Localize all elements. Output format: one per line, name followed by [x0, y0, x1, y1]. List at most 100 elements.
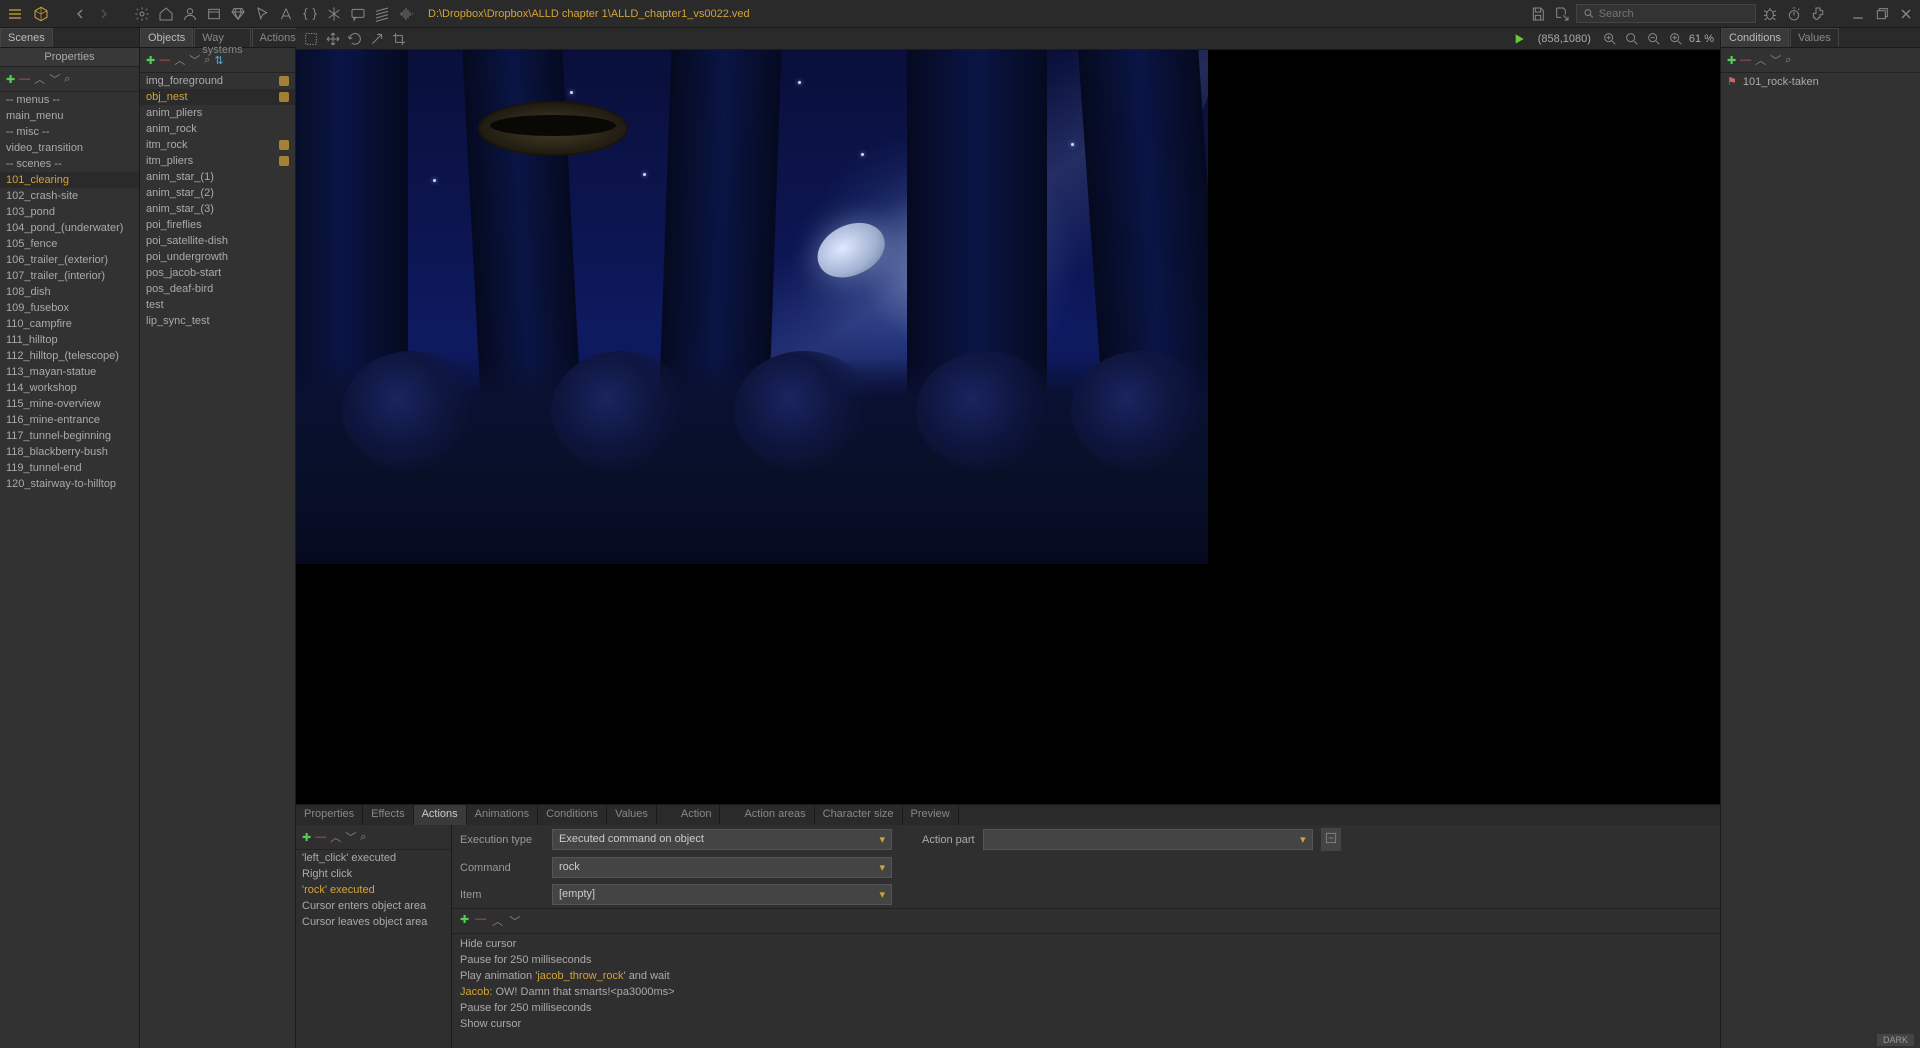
scene-item[interactable]: main_menu — [0, 108, 139, 124]
object-item[interactable]: obj_nest — [140, 89, 295, 105]
scene-item[interactable]: video_transition — [0, 140, 139, 156]
scene-item[interactable]: 111_hilltop — [0, 332, 139, 348]
up-icon[interactable]: ︿ — [34, 71, 45, 87]
audio-icon[interactable] — [396, 4, 416, 24]
action-part-select[interactable]: ▾ — [983, 829, 1313, 850]
scene-item[interactable]: 118_blackberry-bush — [0, 444, 139, 460]
scene-item[interactable]: 102_crash-site — [0, 188, 139, 204]
scene-item[interactable]: 105_fence — [0, 236, 139, 252]
forward-icon[interactable] — [94, 4, 114, 24]
bottom-tab[interactable]: Effects — [363, 805, 413, 825]
viewport[interactable] — [296, 50, 1720, 804]
scene-item[interactable]: 120_stairway-to-hilltop — [0, 476, 139, 492]
script-line[interactable]: Pause for 250 milliseconds — [452, 1000, 1720, 1016]
scene-item[interactable]: 106_trailer_(exterior) — [0, 252, 139, 268]
down-icon[interactable]: ﹀ — [49, 71, 60, 87]
person-icon[interactable] — [180, 4, 200, 24]
maximize-icon[interactable] — [1872, 4, 1892, 24]
up-icon[interactable]: ︿ — [174, 52, 185, 68]
close-icon[interactable] — [1896, 4, 1916, 24]
bottom-tab[interactable]: Character size — [815, 805, 903, 825]
remove-icon[interactable]: — — [475, 913, 486, 929]
chat-icon[interactable] — [348, 4, 368, 24]
object-item[interactable]: pos_jacob-start — [140, 265, 295, 281]
scene-item[interactable]: 103_pond — [0, 204, 139, 220]
remove-icon[interactable]: — — [19, 73, 30, 85]
action-item[interactable]: Right click — [296, 866, 451, 882]
bottom-tab[interactable]: Actions — [414, 805, 467, 825]
add-icon[interactable]: ✚ — [146, 54, 155, 67]
add-icon[interactable]: ✚ — [6, 73, 15, 86]
scene-item[interactable]: 101_clearing — [0, 172, 139, 188]
down-icon[interactable]: ﹀ — [345, 829, 356, 845]
scene-item[interactable]: 110_campfire — [0, 316, 139, 332]
snowflake-icon[interactable] — [324, 4, 344, 24]
app-logo-icon[interactable] — [30, 3, 52, 25]
script-line[interactable]: Hide cursor — [452, 936, 1720, 952]
cursor-icon[interactable] — [252, 4, 272, 24]
sort-icon[interactable]: ⇅ — [214, 54, 223, 67]
scene-item[interactable]: 116_mine-entrance — [0, 412, 139, 428]
save-icon[interactable] — [1528, 4, 1548, 24]
scene-item[interactable]: -- misc -- — [0, 124, 139, 140]
script-line[interactable]: Play animation 'jacob_throw_rock' and wa… — [452, 968, 1720, 984]
bottom-tab[interactable]: Animations — [467, 805, 538, 825]
object-item[interactable]: anim_star_(1) — [140, 169, 295, 185]
home-icon[interactable] — [156, 4, 176, 24]
tab-scenes[interactable]: Scenes — [0, 28, 53, 47]
scene-item[interactable]: 107_trailer_(interior) — [0, 268, 139, 284]
item-select[interactable]: [empty]▾ — [552, 884, 892, 905]
back-icon[interactable] — [70, 4, 90, 24]
scene-item[interactable]: 114_workshop — [0, 380, 139, 396]
bottom-tab[interactable]: Properties — [296, 805, 363, 825]
action-item[interactable]: Cursor leaves object area — [296, 914, 451, 930]
rotate-icon[interactable] — [346, 30, 364, 48]
diamond-icon[interactable] — [228, 4, 248, 24]
action-item[interactable]: Cursor enters object area — [296, 898, 451, 914]
filter-icon[interactable]: ⌕ — [64, 73, 70, 86]
object-item[interactable]: itm_pliers — [140, 153, 295, 169]
object-item[interactable]: poi_fireflies — [140, 217, 295, 233]
bug-icon[interactable] — [1760, 4, 1780, 24]
down-icon[interactable]: ﹀ — [509, 913, 520, 929]
zoom-fit-icon[interactable] — [1667, 30, 1685, 48]
right-tab[interactable]: Values — [1790, 28, 1839, 47]
scene-item[interactable]: 112_hilltop_(telescope) — [0, 348, 139, 364]
object-item[interactable]: pos_deaf-bird — [140, 281, 295, 297]
filter-icon[interactable]: ⌕ — [360, 831, 366, 844]
hatch-icon[interactable] — [372, 4, 392, 24]
actions-list[interactable]: 'left_click' executedRight click'rock' e… — [296, 850, 451, 930]
scene-item[interactable]: 109_fusebox — [0, 300, 139, 316]
bottom-tab[interactable]: Conditions — [538, 805, 607, 825]
scenes-list[interactable]: -- menus --main_menu-- misc --video_tran… — [0, 92, 139, 1048]
crop-icon[interactable] — [390, 30, 408, 48]
remove-icon[interactable]: — — [1740, 54, 1751, 66]
script-line[interactable]: Show cursor — [452, 1016, 1720, 1032]
script-line[interactable]: Jacob: OW! Damn that smarts!<pa3000ms> — [452, 984, 1720, 1000]
window-icon[interactable] — [204, 4, 224, 24]
zoom-out-icon[interactable] — [1645, 30, 1663, 48]
filter-icon[interactable]: ⌕ — [204, 54, 210, 67]
down-icon[interactable]: ﹀ — [189, 52, 200, 68]
objects-tab[interactable]: Way systems — [194, 28, 250, 47]
edit-action-part-icon[interactable] — [1321, 828, 1341, 851]
zoom-in-icon[interactable] — [1601, 30, 1619, 48]
up-icon[interactable]: ︿ — [492, 913, 503, 929]
search-box[interactable] — [1576, 4, 1756, 23]
scene-item[interactable]: 117_tunnel-beginning — [0, 428, 139, 444]
object-item[interactable]: anim_star_(3) — [140, 201, 295, 217]
play-icon[interactable] — [1510, 30, 1528, 48]
right-tab[interactable]: Conditions — [1721, 28, 1789, 47]
remove-icon[interactable]: — — [315, 831, 326, 843]
minimize-icon[interactable] — [1848, 4, 1868, 24]
add-icon[interactable]: ✚ — [302, 831, 311, 844]
zoom-reset-icon[interactable] — [1623, 30, 1641, 48]
script-line[interactable]: Pause for 250 milliseconds — [452, 952, 1720, 968]
condition-item[interactable]: ⚑101_rock-taken — [1721, 73, 1920, 90]
search-input[interactable] — [1599, 8, 1749, 20]
conditions-list[interactable]: ⚑101_rock-taken — [1721, 73, 1920, 1048]
plugin-icon[interactable] — [1808, 4, 1828, 24]
select-rect-icon[interactable] — [302, 30, 320, 48]
action-item[interactable]: 'rock' executed — [296, 882, 451, 898]
object-item[interactable]: test — [140, 297, 295, 313]
